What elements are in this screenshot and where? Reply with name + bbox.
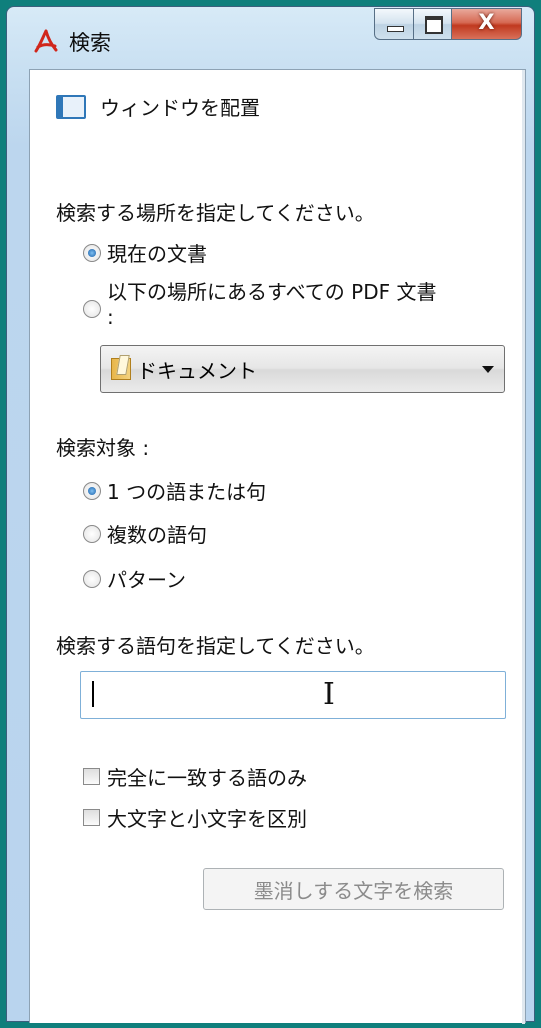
radio-single-phrase-label: 1 つの語または句: [107, 480, 267, 504]
window-title: 検索: [69, 31, 111, 55]
title-bar[interactable]: 検索 X: [7, 7, 534, 67]
radio-single-phrase-control[interactable]: [83, 481, 101, 500]
radio-current-document[interactable]: 現在の文書: [83, 238, 207, 267]
radio-current-document-label: 現在の文書: [107, 242, 207, 266]
folder-dropdown[interactable]: ドキュメント: [100, 345, 505, 393]
checkbox-whole-words-label: 完全に一致する語のみ: [107, 766, 307, 790]
panel-right-edge: [522, 70, 525, 1024]
radio-multiple-words[interactable]: 複数の語句: [83, 519, 207, 548]
search-redact-button-label: 墨消しする文字を検索: [253, 878, 454, 903]
chevron-down-icon: [482, 365, 494, 373]
search-panel: ウィンドウを配置 検索する場所を指定してください。 現在の文書 以下の場所にある…: [29, 69, 526, 1024]
search-redact-button[interactable]: 墨消しする文字を検索: [203, 868, 504, 910]
acrobat-icon: [34, 29, 58, 53]
target-heading-label: 検索対象 :: [56, 436, 150, 460]
radio-single-phrase[interactable]: 1 つの語または句: [83, 476, 266, 505]
close-button[interactable]: X: [452, 8, 522, 40]
checkbox-case-sensitive-label: 大文字と小文字を区別: [107, 807, 307, 831]
radio-pattern-label: パターン: [107, 568, 186, 592]
caption-buttons: X: [374, 8, 522, 44]
search-input[interactable]: [80, 671, 506, 719]
maximize-button[interactable]: [414, 8, 452, 40]
folder-dropdown-value: ドキュメント: [137, 358, 257, 383]
radio-all-pdfs-text: 以下の場所にあるすべての PDF 文書 :: [107, 280, 436, 330]
radio-multiple-words-control[interactable]: [83, 524, 101, 543]
checkbox-case-sensitive[interactable]: 大文字と小文字を区別: [83, 803, 307, 832]
minimize-icon: [387, 26, 404, 32]
radio-multiple-words-label: 複数の語句: [107, 523, 207, 547]
radio-all-pdfs-label-cont: :: [107, 305, 114, 329]
close-icon: X: [478, 10, 495, 34]
checkbox-case-sensitive-control[interactable]: [83, 809, 100, 826]
target-heading: 検索対象 :: [56, 432, 149, 461]
checkbox-whole-words[interactable]: 完全に一致する語のみ: [83, 762, 307, 791]
radio-current-document-control[interactable]: [83, 243, 101, 262]
dock-window-icon: [56, 94, 86, 119]
ibeam-cursor-icon: I: [323, 677, 335, 712]
radio-pattern-control[interactable]: [83, 569, 101, 588]
location-heading: 検索する場所を指定してください。: [56, 197, 375, 226]
minimize-button[interactable]: [374, 8, 414, 40]
search-window: 検索 X ウィンドウを配置 検索する場所を指定してください。 現在の文書 以下の…: [6, 6, 535, 1024]
radio-pattern[interactable]: パターン: [83, 564, 186, 593]
checkbox-whole-words-control[interactable]: [83, 768, 100, 785]
radio-all-pdfs-label: 以下の場所にあるすべての PDF 文書: [107, 280, 437, 304]
documents-folder-icon: [111, 358, 131, 380]
maximize-icon: [425, 16, 443, 34]
arrange-window-label: ウィンドウを配置: [100, 96, 260, 120]
query-heading-label: 検索する語句を指定してください。: [56, 634, 375, 658]
location-heading-label: 検索する場所を指定してください。: [56, 201, 375, 225]
text-caret: [92, 681, 94, 707]
arrange-window-link[interactable]: ウィンドウを配置: [56, 92, 260, 121]
query-heading: 検索する語句を指定してください。: [56, 630, 375, 659]
radio-all-pdfs-control[interactable]: [83, 300, 101, 318]
radio-all-pdfs[interactable]: 以下の場所にあるすべての PDF 文書 :: [83, 280, 436, 330]
